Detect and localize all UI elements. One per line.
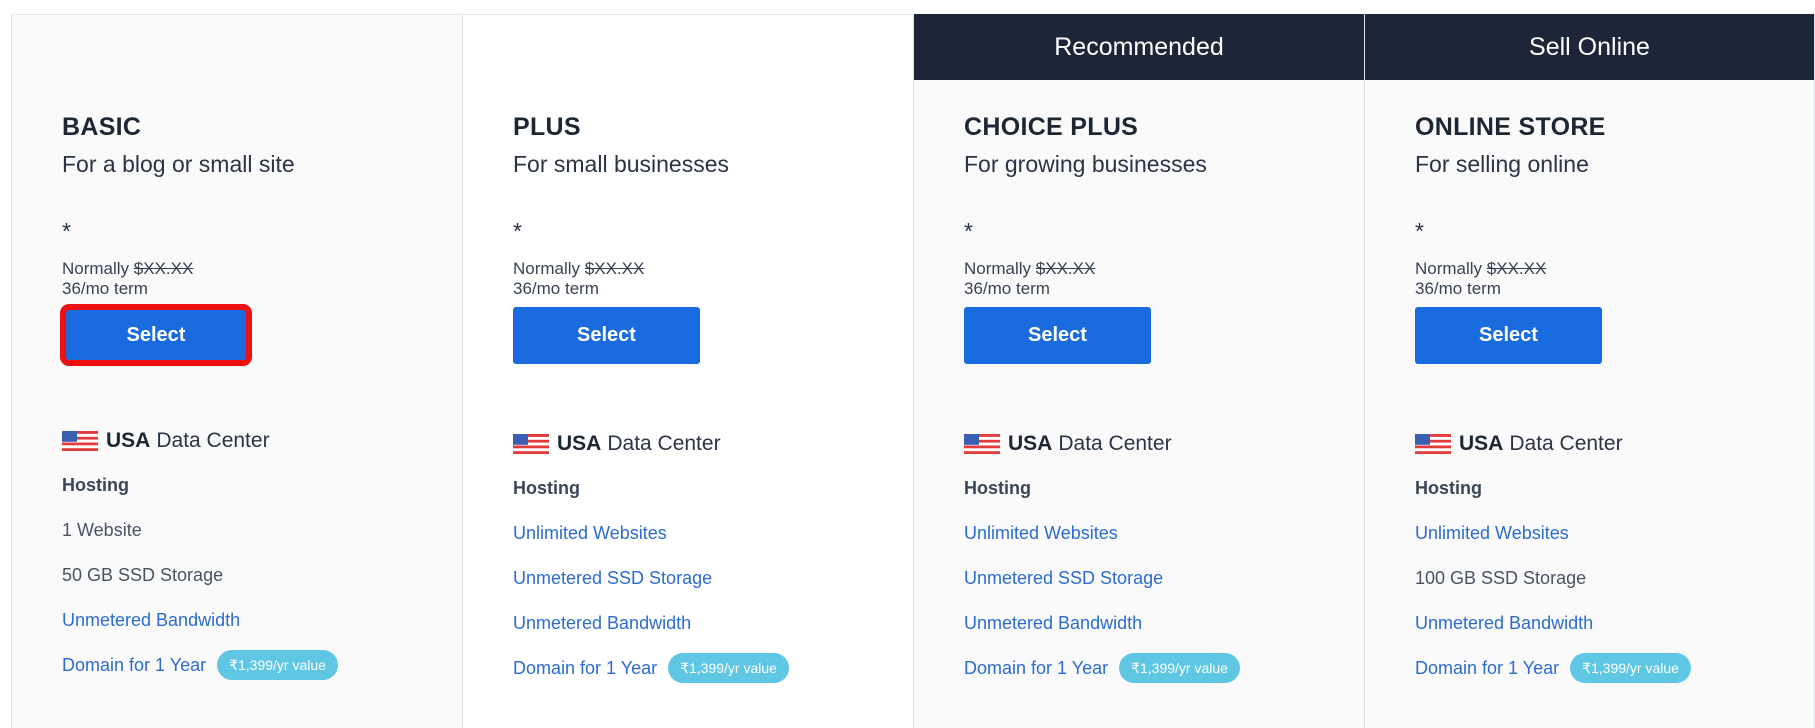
hosting-heading: Hosting <box>1415 478 1482 498</box>
term-label: 36/mo term <box>62 279 148 298</box>
datacenter-label: Data Center <box>607 432 721 455</box>
datacenter-label: Data Center <box>1509 432 1623 455</box>
select-button-basic[interactable]: Select <box>60 304 252 366</box>
feature-bandwidth-link[interactable]: Unmetered Bandwidth <box>62 606 442 634</box>
hosting-heading: Hosting <box>964 478 1031 498</box>
feature-bandwidth-link[interactable]: Unmetered Bandwidth <box>513 609 893 637</box>
domain-value-badge: ₹1,399/yr value <box>1570 653 1691 683</box>
normally-label: Normally <box>964 259 1032 278</box>
datacenter-label: Data Center <box>1058 432 1172 455</box>
datacenter-country: USA <box>106 429 151 452</box>
feature-domain-link[interactable]: Domain for 1 Year <box>513 654 657 682</box>
normal-price: Normally $XX.XX <box>964 259 1344 279</box>
plan-name: BASIC <box>62 113 142 141</box>
normal-price: Normally $XX.XX <box>62 259 442 279</box>
normally-label: Normally <box>62 259 130 278</box>
domain-value-badge: ₹1,399/yr value <box>217 650 338 680</box>
feature-storage: 50 GB SSD Storage <box>62 565 224 585</box>
normal-price: Normally $XX.XX <box>513 259 893 279</box>
datacenter-row: USA Data Center <box>62 427 442 455</box>
struck-price: $XX.XX <box>584 259 645 278</box>
feature-websites: 1 Website <box>62 520 142 540</box>
usa-flag-icon <box>964 434 1000 454</box>
usa-flag-icon <box>62 431 98 451</box>
feature-storage-link[interactable]: Unmetered SSD Storage <box>513 564 893 592</box>
recommended-banner: Recommended <box>914 14 1364 80</box>
struck-price: $XX.XX <box>1486 259 1547 278</box>
normal-price: Normally $XX.XX <box>1415 259 1794 279</box>
plan-tagline: For growing businesses <box>964 151 1207 177</box>
plan-tagline: For small businesses <box>513 151 730 177</box>
plan-tagline: For a blog or small site <box>62 151 295 177</box>
usa-flag-icon <box>513 434 549 454</box>
plan-content: BASIC For a blog or small site * Normall… <box>60 111 442 680</box>
datacenter-row: USA Data Center <box>1415 430 1794 458</box>
plan-card-basic: BASIC For a blog or small site * Normall… <box>11 14 462 728</box>
domain-value-badge: ₹1,399/yr value <box>668 653 789 683</box>
struck-price: $XX.XX <box>133 259 194 278</box>
hosting-heading: Hosting <box>513 478 580 498</box>
plans-grid: BASIC For a blog or small site * Normall… <box>11 14 1815 728</box>
feature-domain: Domain for 1 Year ₹1,399/yr value <box>513 653 893 683</box>
datacenter-row: USA Data Center <box>964 430 1344 458</box>
normally-label: Normally <box>1415 259 1483 278</box>
plan-name: CHOICE PLUS <box>964 113 1139 141</box>
price-asterisk: * <box>62 218 71 244</box>
feature-storage: 100 GB SSD Storage <box>1415 568 1587 588</box>
feature-domain-link[interactable]: Domain for 1 Year <box>62 651 206 679</box>
feature-domain: Domain for 1 Year ₹1,399/yr value <box>964 653 1344 683</box>
feature-domain-link[interactable]: Domain for 1 Year <box>964 654 1108 682</box>
plan-content: CHOICE PLUS For growing businesses * Nor… <box>964 111 1344 683</box>
plan-name: PLUS <box>513 113 581 141</box>
term-label: 36/mo term <box>964 279 1050 298</box>
struck-price: $XX.XX <box>1035 259 1096 278</box>
feature-domain: Domain for 1 Year ₹1,399/yr value <box>62 650 442 680</box>
price-asterisk: * <box>1415 218 1424 244</box>
feature-websites-link[interactable]: Unlimited Websites <box>513 519 893 547</box>
datacenter-row: USA Data Center <box>513 430 893 458</box>
select-button-choice-plus[interactable]: Select <box>964 307 1151 364</box>
plan-card-choice-plus: Recommended CHOICE PLUS For growing busi… <box>913 14 1364 728</box>
term-label: 36/mo term <box>513 279 599 298</box>
sell-online-banner: Sell Online <box>1365 14 1814 80</box>
plan-name: ONLINE STORE <box>1415 113 1606 141</box>
datacenter-label: Data Center <box>156 429 270 452</box>
feature-bandwidth-link[interactable]: Unmetered Bandwidth <box>1415 609 1794 637</box>
feature-bandwidth-link[interactable]: Unmetered Bandwidth <box>964 609 1344 637</box>
normally-label: Normally <box>513 259 581 278</box>
datacenter-country: USA <box>1459 432 1504 455</box>
plan-card-plus: PLUS For small businesses * Normally $XX… <box>462 14 913 728</box>
price-asterisk: * <box>513 218 522 244</box>
datacenter-country: USA <box>1008 432 1053 455</box>
feature-domain: Domain for 1 Year ₹1,399/yr value <box>1415 653 1794 683</box>
plan-tagline: For selling online <box>1415 151 1589 177</box>
feature-websites-link[interactable]: Unlimited Websites <box>1415 519 1794 547</box>
hosting-heading: Hosting <box>62 475 129 495</box>
price-asterisk: * <box>964 218 973 244</box>
usa-flag-icon <box>1415 434 1451 454</box>
plan-card-online-store: Sell Online ONLINE STORE For selling onl… <box>1364 14 1815 728</box>
select-button-plus[interactable]: Select <box>513 307 700 364</box>
plan-content: PLUS For small businesses * Normally $XX… <box>513 111 893 683</box>
feature-websites-link[interactable]: Unlimited Websites <box>964 519 1344 547</box>
plan-content: ONLINE STORE For selling online * Normal… <box>1415 111 1794 683</box>
feature-domain-link[interactable]: Domain for 1 Year <box>1415 654 1559 682</box>
select-button-online-store[interactable]: Select <box>1415 307 1602 364</box>
feature-storage-link[interactable]: Unmetered SSD Storage <box>964 564 1344 592</box>
term-label: 36/mo term <box>1415 279 1501 298</box>
datacenter-country: USA <box>557 432 602 455</box>
domain-value-badge: ₹1,399/yr value <box>1119 653 1240 683</box>
